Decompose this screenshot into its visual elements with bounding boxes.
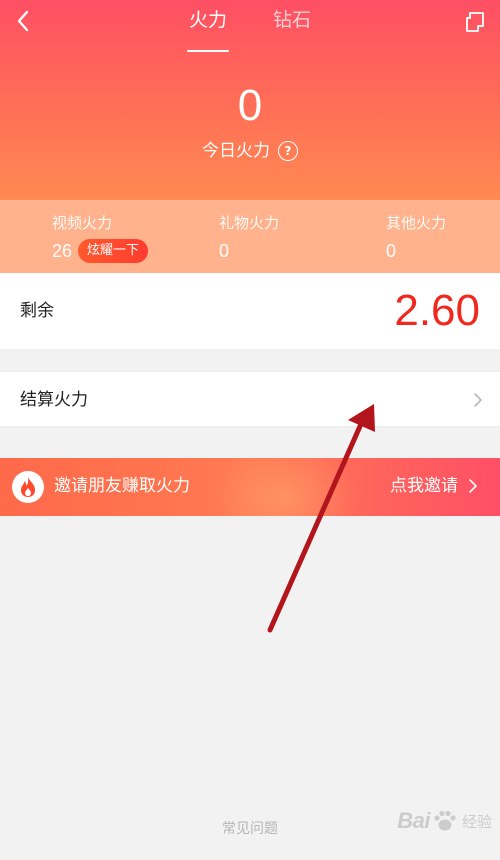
fire-power-header: 火力 钻石 0 今日火力 ? [0,0,500,200]
stat-value: 0 [386,241,397,261]
stat-value: 26 [52,241,73,261]
today-fire-label: 今日火力 [202,141,270,161]
settle-fire-row[interactable]: 结算火力 [0,371,500,427]
watermark-text: Bai [397,808,430,833]
stat-gift-fire: 礼物火力 0 [219,213,279,263]
page-fold-icon [466,12,484,32]
balance-card: 剩余 2.60 [0,273,500,349]
stat-other-fire: 其他火力 0 [386,213,446,263]
balance-label: 剩余 [20,301,54,321]
settle-fire-label: 结算火力 [20,390,88,410]
invite-action-label: 点我邀请 [390,476,458,496]
invite-banner[interactable]: 邀请朋友赚取火力 点我邀请 [0,458,500,516]
stat-value: 0 [219,241,230,261]
invite-action-button[interactable]: 点我邀请 [390,474,478,498]
invite-text: 邀请朋友赚取火力 [54,476,190,496]
records-button[interactable] [462,9,488,35]
chevron-right-icon [469,479,477,493]
today-fire-value: 0 [237,81,263,130]
flaunt-button[interactable]: 炫耀一下 [78,239,149,263]
stat-label: 视频火力 [52,214,113,232]
fire-stats-band: 视频火力 26 炫耀一下 礼物火力 0 其他火力 0 [0,200,500,273]
stat-label: 其他火力 [386,214,447,232]
tab-diamond[interactable]: 钻石 [273,6,311,46]
today-fire-label-row: 今日火力 ? [0,139,500,163]
question-circle-icon[interactable]: ? [278,141,298,161]
flame-icon [12,471,44,503]
stat-video-fire: 视频火力 26 炫耀一下 [52,213,149,263]
tab-fire-power[interactable]: 火力 [186,6,230,52]
chevron-right-icon [474,393,482,407]
tab-bar: 火力 钻石 [0,6,500,52]
watermark-sub: 经验 [461,813,492,831]
baidu-jingyan-watermark: Bai 经验 [397,808,492,834]
stat-label: 礼物火力 [219,214,280,232]
balance-value: 2.60 [394,286,480,335]
paw-icon [434,810,456,831]
banner-glow [210,458,360,516]
